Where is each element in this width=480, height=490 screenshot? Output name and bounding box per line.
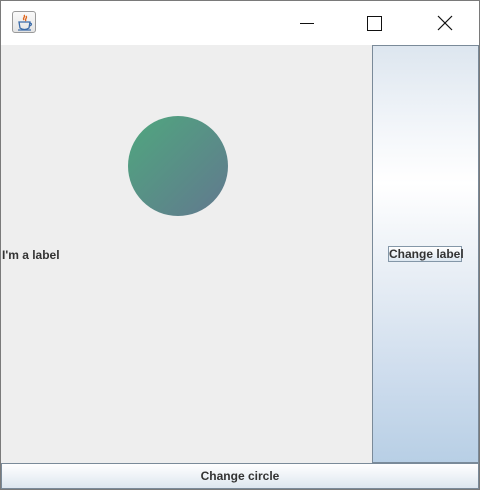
main-label: I'm a label xyxy=(2,248,60,262)
maximize-icon xyxy=(367,16,382,31)
change-circle-button[interactable]: Change circle xyxy=(1,463,479,489)
drawing-panel: I'm a label xyxy=(1,45,372,462)
maximize-button[interactable] xyxy=(351,1,397,45)
change-label-button[interactable]: Change label xyxy=(388,246,464,262)
gradient-circle xyxy=(128,116,228,216)
close-button[interactable] xyxy=(421,1,467,45)
minimize-icon xyxy=(300,23,314,24)
title-bar[interactable] xyxy=(1,1,479,45)
side-panel: Change label xyxy=(372,45,479,463)
content-pane: I'm a label Change label Change circle xyxy=(1,45,479,489)
java-cup-icon[interactable] xyxy=(12,11,36,33)
close-icon xyxy=(437,15,453,31)
minimize-button[interactable] xyxy=(284,1,330,45)
app-window: I'm a label Change label Change circle xyxy=(0,0,480,490)
